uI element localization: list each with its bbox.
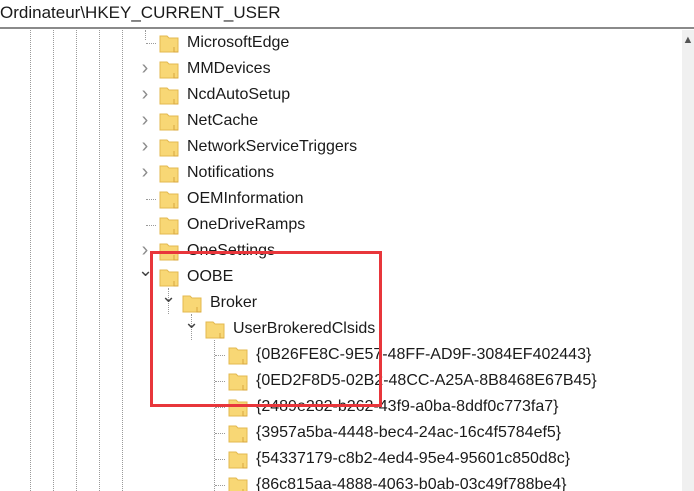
tree-item[interactable]: {3957a5ba-4448-bec4-24ac-16c4f5784ef5} bbox=[0, 420, 680, 446]
chevron-right-icon[interactable]: › bbox=[138, 84, 152, 104]
tree-item[interactable]: MicrosoftEdge bbox=[0, 30, 680, 56]
registry-tree: MicrosoftEdge › MMDevices › NcdAutoSetup › Net… bbox=[0, 30, 682, 491]
tree-connector bbox=[215, 433, 225, 434]
folder-icon bbox=[159, 241, 179, 261]
address-divider bbox=[0, 27, 694, 29]
tree-item[interactable]: › NetworkServiceTriggers bbox=[0, 134, 680, 160]
tree-item[interactable]: ⌄ UserBrokeredClsids bbox=[0, 313, 680, 342]
folder-icon bbox=[159, 111, 179, 131]
folder-icon bbox=[228, 397, 248, 417]
folder-icon bbox=[228, 423, 248, 443]
folder-icon bbox=[159, 163, 179, 183]
tree-item-label: {3957a5ba-4448-bec4-24ac-16c4f5784ef5} bbox=[256, 424, 562, 441]
folder-icon bbox=[182, 293, 202, 313]
tree-connector bbox=[146, 199, 156, 200]
tree-item-label: OneDriveRamps bbox=[187, 216, 306, 233]
tree-item-label: UserBrokeredClsids bbox=[233, 320, 376, 337]
folder-icon bbox=[205, 319, 225, 339]
tree-item[interactable]: › NcdAutoSetup bbox=[0, 82, 680, 108]
folder-icon bbox=[159, 189, 179, 209]
tree-item-label: OneSettings bbox=[187, 242, 276, 259]
folder-icon bbox=[159, 85, 179, 105]
tree-item-label: {2489e282-b262-43f9-a0ba-8ddf0c773fa7} bbox=[256, 398, 559, 415]
tree-connector bbox=[215, 485, 225, 486]
folder-icon bbox=[228, 475, 248, 491]
tree-item[interactable]: {54337179-c8b2-4ed4-95e4-95601c850d8c} bbox=[0, 446, 680, 472]
tree-item[interactable]: OEMInformation bbox=[0, 186, 680, 212]
tree-item[interactable]: ⌄ Broker bbox=[0, 287, 680, 316]
chevron-down-icon[interactable]: ⌄ bbox=[138, 261, 153, 279]
folder-icon bbox=[159, 137, 179, 157]
chevron-right-icon[interactable]: › bbox=[138, 110, 152, 130]
tree-connector bbox=[146, 43, 156, 44]
scroll-up-arrow-icon[interactable]: ▲ bbox=[682, 34, 694, 46]
folder-icon bbox=[159, 33, 179, 53]
folder-icon bbox=[228, 345, 248, 365]
tree-item-label: {0ED2F8D5-02B2-48CC-A25A-8B8468E67B45} bbox=[256, 372, 597, 389]
folder-icon bbox=[159, 215, 179, 235]
address-bar[interactable]: Ordinateur\HKEY_CURRENT_USER bbox=[0, 0, 694, 27]
tree-item-label: MMDevices bbox=[187, 60, 271, 77]
tree-item-label: Notifications bbox=[187, 164, 275, 181]
folder-icon bbox=[159, 267, 179, 287]
tree-item[interactable]: › Notifications bbox=[0, 160, 680, 186]
chevron-right-icon[interactable]: › bbox=[138, 58, 152, 78]
tree-item[interactable]: › NetCache bbox=[0, 108, 680, 134]
tree-connector bbox=[215, 355, 225, 356]
vertical-scrollbar[interactable]: ▲ bbox=[682, 30, 694, 491]
tree-item[interactable]: › OneSettings bbox=[0, 238, 680, 264]
tree-item[interactable]: {2489e282-b262-43f9-a0ba-8ddf0c773fa7} bbox=[0, 394, 680, 420]
tree-item-label: MicrosoftEdge bbox=[187, 34, 290, 51]
tree-item[interactable]: OneDriveRamps bbox=[0, 212, 680, 238]
folder-icon bbox=[228, 371, 248, 391]
chevron-right-icon[interactable]: › bbox=[138, 162, 152, 182]
tree-connector bbox=[146, 225, 156, 226]
tree-item[interactable]: {0ED2F8D5-02B2-48CC-A25A-8B8468E67B45} bbox=[0, 368, 680, 394]
tree-item-label: OOBE bbox=[187, 268, 234, 285]
tree-item[interactable]: {0B26FE8C-9E57-48FF-AD9F-3084EF402443} bbox=[0, 342, 680, 368]
tree-item-label: NetworkServiceTriggers bbox=[187, 138, 358, 155]
tree-item-label: {54337179-c8b2-4ed4-95e4-95601c850d8c} bbox=[256, 450, 571, 467]
tree-item-label: NcdAutoSetup bbox=[187, 86, 291, 103]
tree-item[interactable]: ⌄ OOBE bbox=[0, 261, 680, 290]
folder-icon bbox=[159, 59, 179, 79]
tree-item[interactable]: › MMDevices bbox=[0, 56, 680, 82]
tree-item-label: NetCache bbox=[187, 112, 259, 129]
folder-icon bbox=[228, 449, 248, 469]
chevron-right-icon[interactable]: › bbox=[138, 240, 152, 260]
tree-item-label: Broker bbox=[210, 294, 258, 311]
tree-connector bbox=[215, 459, 225, 460]
tree-item-label: OEMInformation bbox=[187, 190, 304, 207]
tree-item[interactable]: {86c815aa-4888-4063-b0ab-03c49f788be4} bbox=[0, 472, 680, 491]
tree-connector bbox=[215, 407, 225, 408]
tree-item-label: {86c815aa-4888-4063-b0ab-03c49f788be4} bbox=[256, 476, 567, 491]
tree-connector bbox=[215, 381, 225, 382]
chevron-right-icon[interactable]: › bbox=[138, 136, 152, 156]
chevron-down-icon[interactable]: ⌄ bbox=[184, 313, 199, 331]
chevron-down-icon[interactable]: ⌄ bbox=[161, 287, 176, 305]
tree-item-label: {0B26FE8C-9E57-48FF-AD9F-3084EF402443} bbox=[256, 346, 592, 363]
